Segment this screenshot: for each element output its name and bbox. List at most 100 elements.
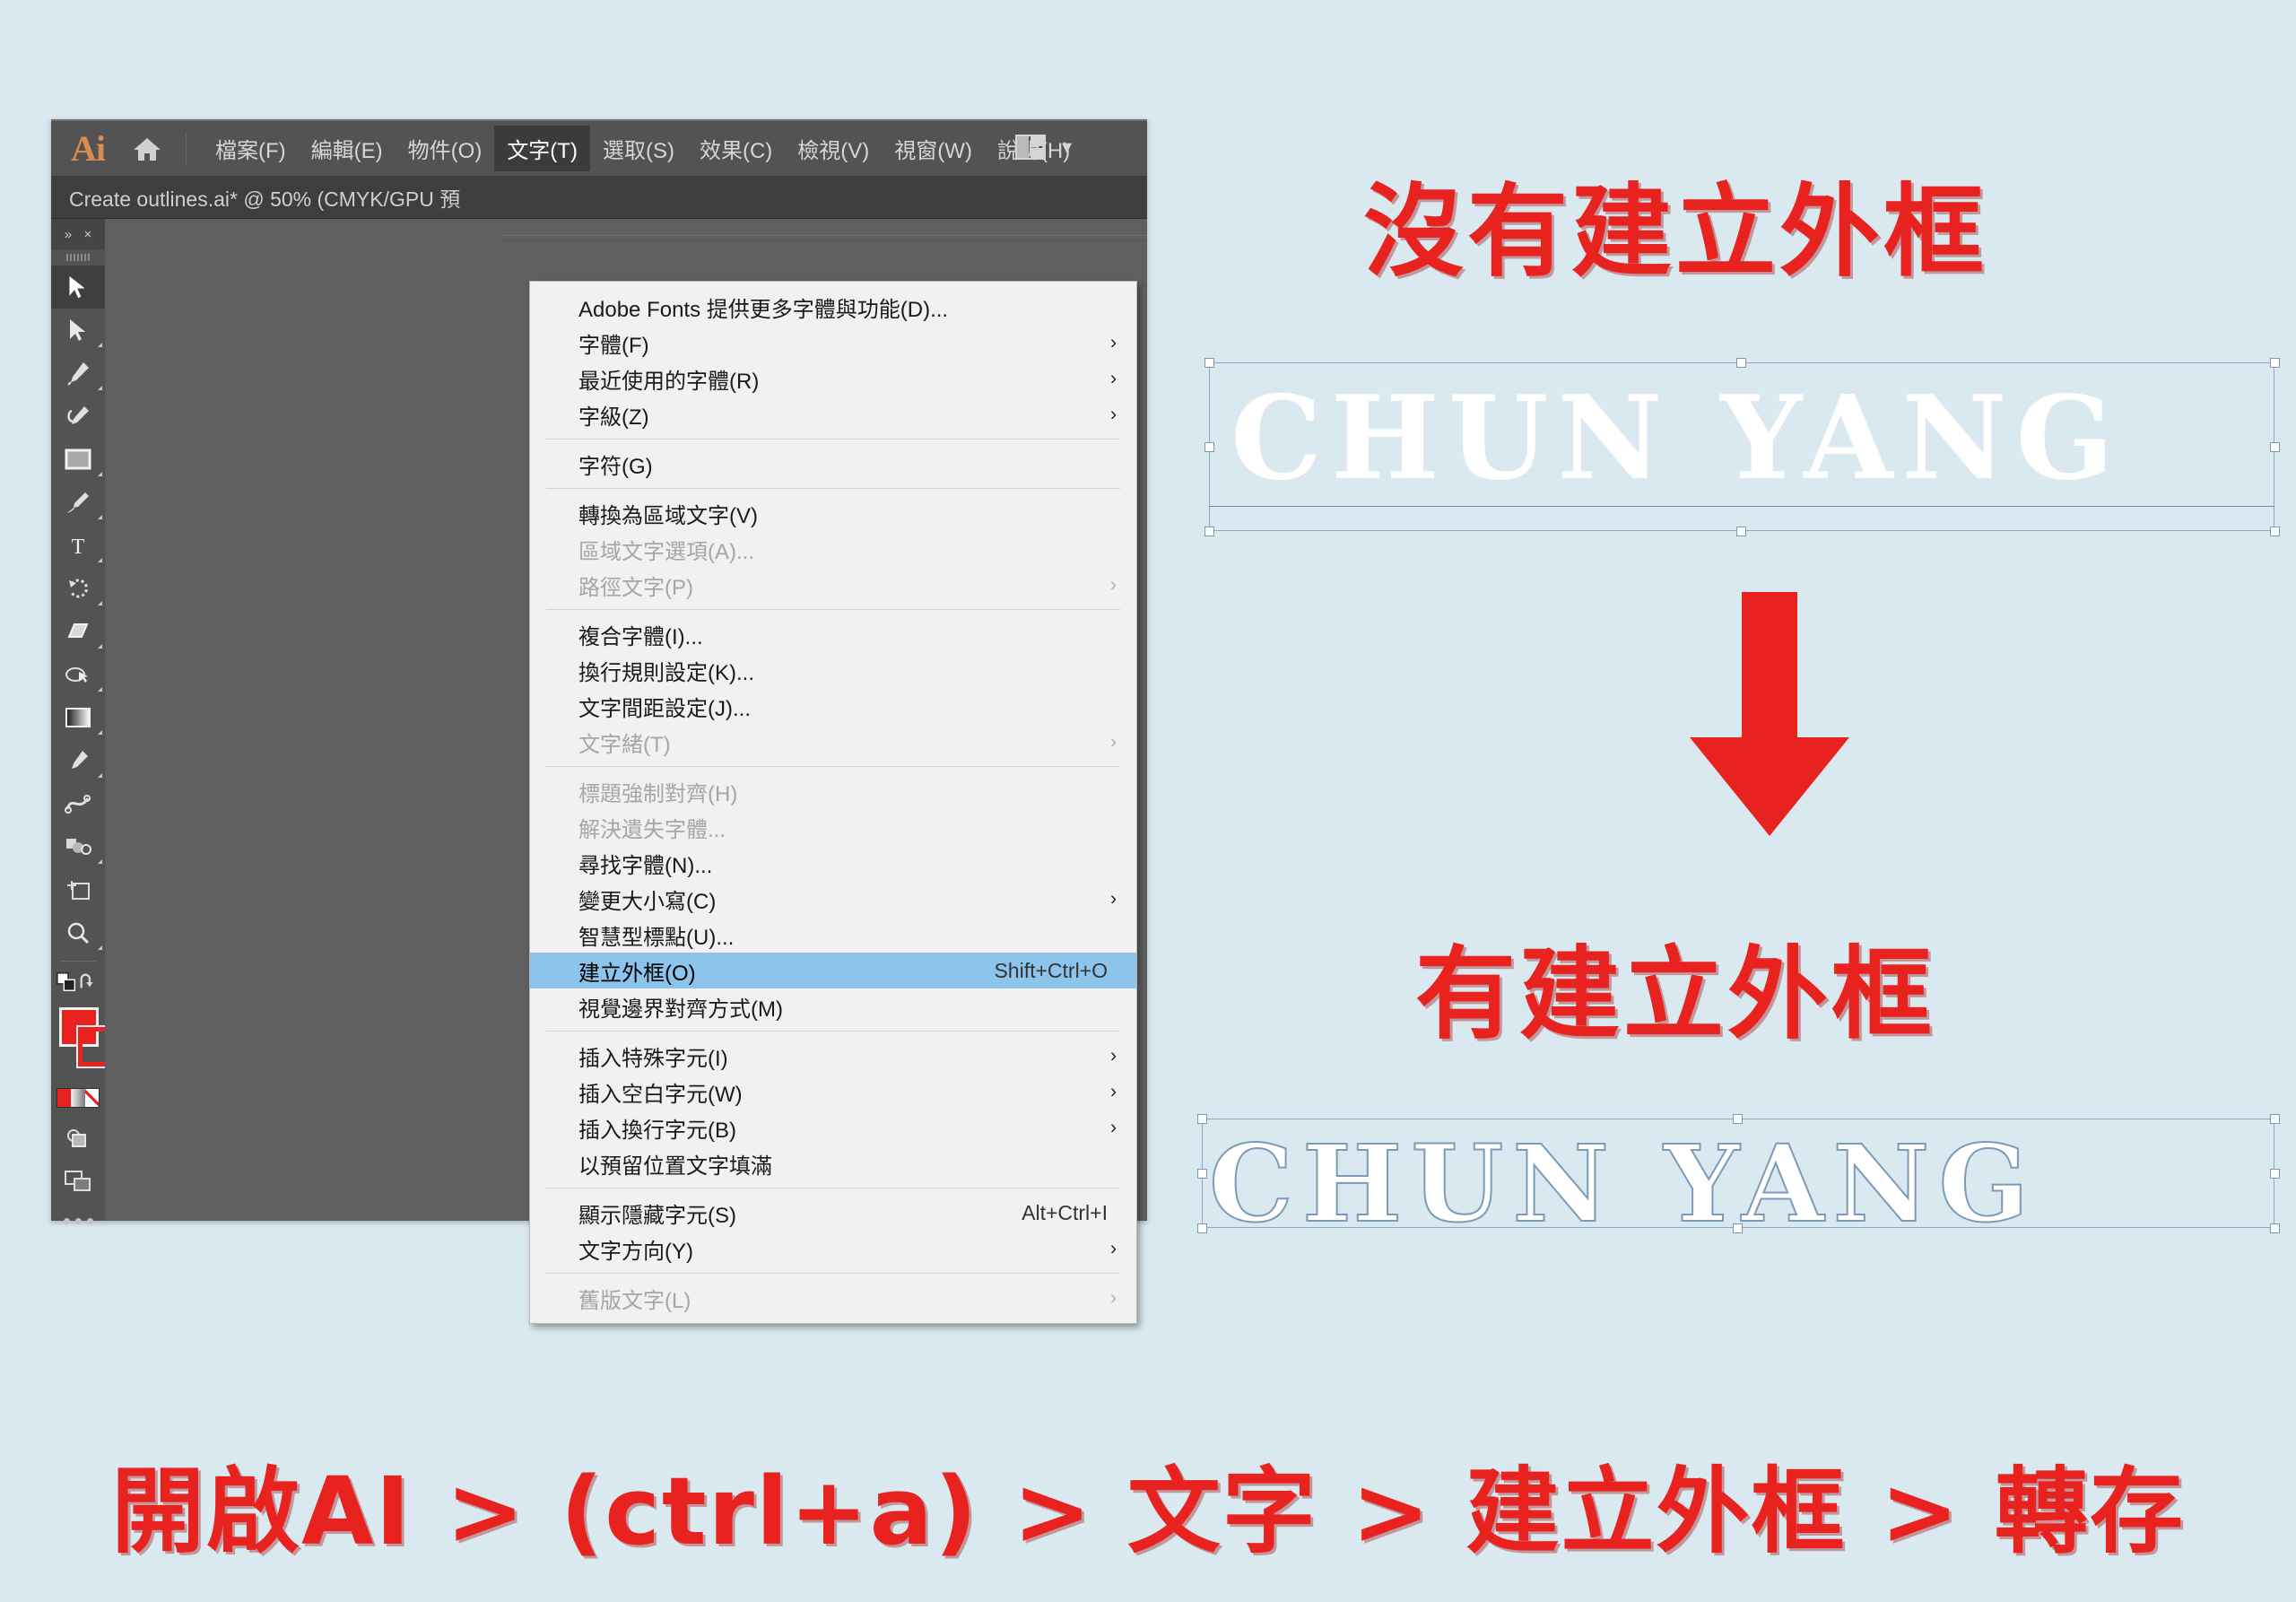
menu-item[interactable]: 智慧型標點(U)... — [530, 917, 1136, 953]
selection-handle[interactable] — [2270, 527, 2280, 536]
menu-item[interactable]: 最近使用的字體(R) › — [530, 361, 1136, 396]
menu-item[interactable]: 字符(G) — [530, 446, 1136, 482]
menu-item[interactable]: 字級(Z) › — [530, 396, 1136, 432]
blend-tool[interactable] — [51, 782, 105, 825]
collapse-panel-icon[interactable]: » — [65, 228, 72, 241]
menu-item[interactable]: 建立外框(O) Shift+Ctrl+O — [530, 953, 1136, 988]
document-tab[interactable]: Create outlines.ai* @ 50% (CMYK/GPU 預 — [69, 182, 460, 213]
menu-item[interactable]: 視覺邊界對齊方式(M) — [530, 988, 1136, 1024]
illustrator-logo-icon: Ai — [71, 128, 106, 169]
menu-edit[interactable]: 編輯(E) — [299, 126, 396, 171]
wordmark-outlined[interactable]: CHUN YANG — [1208, 1120, 2038, 1247]
type-menu-dropdown[interactable]: Adobe Fonts 提供更多字體與功能(D)... 字體(F) › 最近使用的字體… — [529, 281, 1137, 1324]
menu-item[interactable]: 顯示隱藏字元(S) Alt+Ctrl+I — [530, 1195, 1136, 1231]
rectangle-tool[interactable] — [51, 438, 105, 481]
eraser-tool[interactable] — [51, 610, 105, 653]
menu-item[interactable]: 字體(F) › — [530, 325, 1136, 361]
selection-handle[interactable] — [1733, 1223, 1743, 1233]
rotate-tool[interactable] — [51, 567, 105, 610]
selection-handle[interactable] — [1205, 527, 1214, 536]
none-swatch[interactable] — [84, 1089, 99, 1107]
text-baseline-plain — [1209, 506, 2274, 507]
menu-item[interactable]: 轉換為區域文字(V) — [530, 495, 1136, 531]
selection-handle[interactable] — [2270, 1223, 2280, 1233]
eyedropper-tool[interactable] — [51, 739, 105, 782]
menu-item: 標題強制對齊(H) — [530, 773, 1136, 809]
menu-item[interactable]: 變更大小寫(C) › — [530, 881, 1136, 917]
gradient-tool[interactable] — [51, 696, 105, 739]
direct-selection-tool[interactable] — [51, 309, 105, 352]
selection-handle[interactable] — [2270, 442, 2280, 452]
menu-effect[interactable]: 效果(C) — [687, 126, 785, 171]
selection-handle[interactable] — [1197, 1169, 1207, 1179]
selection-handle[interactable] — [2270, 1169, 2280, 1179]
chevron-right-icon: › — [1110, 888, 1117, 910]
selection-handle[interactable] — [1197, 1114, 1207, 1124]
menu-item: 解決遺失字體... — [530, 809, 1136, 845]
menu-type[interactable]: 文字(T) — [494, 126, 590, 171]
pen-tool[interactable] — [51, 352, 105, 395]
curvature-tool[interactable] — [51, 395, 105, 438]
selection-handle[interactable] — [1733, 1114, 1743, 1124]
wordmark-plain[interactable]: CHUN YANG — [1231, 371, 2123, 506]
menu-item[interactable]: 文字間距設定(J)... — [530, 688, 1136, 724]
menu-item-label: 字級(Z) — [578, 405, 649, 430]
selection-tool[interactable] — [51, 266, 105, 309]
close-panel-icon[interactable]: × — [84, 228, 92, 241]
bottom-caption: 開啟AI > (ctrl+a) > 文字 > 建立外框 > 轉存 — [110, 1457, 2186, 1566]
menu-item[interactable]: 插入換行字元(B) › — [530, 1110, 1136, 1145]
menu-item[interactable]: 複合字體(I)... — [530, 616, 1136, 652]
color-swatch[interactable] — [57, 1089, 72, 1107]
menu-item-label: 文字間距設定(J)... — [578, 696, 751, 721]
menu-item-label: 插入空白字元(W) — [578, 1082, 743, 1107]
menu-separator — [546, 609, 1120, 610]
menu-item[interactable]: 文字方向(Y) › — [530, 1231, 1136, 1267]
chevron-right-icon: › — [1110, 1081, 1117, 1102]
menu-item-label: 標題強制對齊(H) — [578, 781, 738, 806]
menu-item-label: 插入換行字元(B) — [578, 1118, 736, 1143]
selection-handle[interactable] — [1736, 358, 1746, 368]
menu-item[interactable]: 以預留位置文字填滿 — [530, 1145, 1136, 1181]
menu-item[interactable]: 尋找字體(N)... — [530, 845, 1136, 881]
zoom-tool[interactable] — [51, 911, 105, 954]
menu-file[interactable]: 檔案(F) — [203, 126, 299, 171]
menu-select[interactable]: 選取(S) — [590, 126, 687, 171]
chevron-down-icon[interactable]: ▾ — [1062, 135, 1072, 159]
screen-mode-icon[interactable] — [51, 1160, 105, 1203]
menu-item-label: 複合字體(I)... — [578, 624, 703, 649]
menu-item-label: 文字緒(T) — [578, 732, 671, 757]
drawing-mode-icon[interactable] — [51, 1117, 105, 1160]
menu-item[interactable]: Adobe Fonts 提供更多字體與功能(D)... — [530, 289, 1136, 325]
selection-handle[interactable] — [1205, 442, 1214, 452]
home-icon[interactable] — [132, 135, 162, 162]
chevron-right-icon: › — [1110, 332, 1117, 353]
swap-fill-stroke-icon[interactable] — [78, 972, 100, 992]
shape-builder-tool[interactable] — [51, 653, 105, 696]
selection-handle[interactable] — [2270, 358, 2280, 368]
selection-handle[interactable] — [1205, 358, 1214, 368]
paintbrush-tool[interactable] — [51, 481, 105, 524]
document-tabbar: Create outlines.ai* @ 50% (CMYK/GPU 預 — [51, 176, 1147, 219]
menubar-items: 檔案(F) 編輯(E) 物件(O) 文字(T) 選取(S) 效果(C) 檢視(V… — [203, 126, 1083, 171]
menu-item-label: 區域文字選項(A)... — [578, 539, 754, 564]
menu-view[interactable]: 檢視(V) — [785, 126, 882, 171]
menu-item: 文字緒(T) › — [530, 724, 1136, 760]
menu-object[interactable]: 物件(O) — [396, 126, 495, 171]
tools-panel-grip[interactable] — [51, 249, 105, 266]
menubar-divider — [186, 133, 187, 164]
selection-handle[interactable] — [1197, 1223, 1207, 1233]
menu-window[interactable]: 視窗(W) — [882, 126, 985, 171]
menu-item-shortcut: Shift+Ctrl+O — [994, 958, 1108, 982]
workspace-switcher[interactable]: ▾ — [1014, 135, 1072, 160]
symbol-sprayer-tool[interactable] — [51, 825, 105, 868]
gradient-swatch[interactable] — [71, 1089, 85, 1107]
edit-toolbar-icon[interactable] — [51, 1203, 105, 1239]
menu-item[interactable]: 插入特殊字元(I) › — [530, 1038, 1136, 1074]
default-fill-stroke-icon[interactable] — [57, 971, 78, 993]
artboard-tool[interactable] — [51, 868, 105, 911]
menu-item[interactable]: 換行規則設定(K)... — [530, 652, 1136, 688]
type-tool[interactable]: T — [51, 524, 105, 567]
selection-handle[interactable] — [1736, 527, 1746, 536]
selection-handle[interactable] — [2270, 1114, 2280, 1124]
menu-item[interactable]: 插入空白字元(W) › — [530, 1074, 1136, 1110]
